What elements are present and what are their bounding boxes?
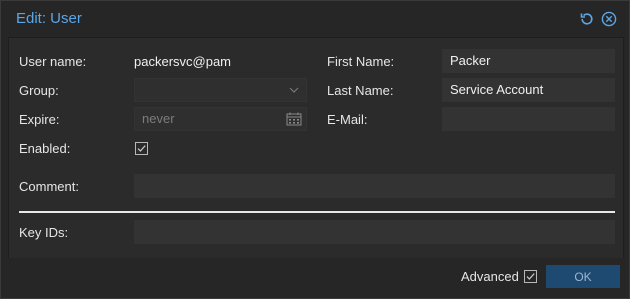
calendar-icon[interactable]	[282, 108, 306, 130]
expire-placeholder: never	[142, 111, 175, 126]
lastname-input[interactable]: Service Account	[442, 78, 615, 102]
comment-label: Comment:	[19, 179, 79, 194]
form-panel: User name: packersvc@pam Group: Expire: …	[8, 37, 624, 259]
firstname-label: First Name:	[327, 54, 395, 69]
advanced-checkbox[interactable]	[524, 270, 537, 283]
keyids-input[interactable]	[134, 220, 615, 244]
email-input[interactable]	[442, 107, 615, 131]
keyids-label: Key IDs:	[19, 225, 69, 240]
close-icon[interactable]	[601, 11, 617, 27]
email-label: E-Mail:	[327, 112, 368, 127]
comment-input[interactable]	[134, 174, 615, 198]
chevron-down-icon[interactable]	[282, 79, 306, 101]
firstname-input[interactable]: Packer	[442, 49, 615, 73]
advanced-label: Advanced	[461, 269, 519, 284]
username-label: User name:	[19, 54, 87, 69]
lastname-value: Service Account	[450, 82, 544, 97]
expire-field[interactable]: never	[134, 107, 307, 131]
group-label: Group:	[19, 83, 59, 98]
reset-icon[interactable]	[579, 11, 595, 27]
edit-user-dialog: Edit: User User name: packersvc@pam Grou…	[0, 0, 630, 299]
ok-button[interactable]: OK	[546, 265, 620, 288]
expire-label: Expire:	[19, 112, 60, 127]
firstname-value: Packer	[450, 53, 491, 68]
section-divider	[19, 211, 615, 213]
dialog-title: Edit: User	[16, 10, 82, 27]
enabled-checkbox[interactable]	[135, 142, 148, 155]
enabled-label: Enabled:	[19, 141, 71, 156]
username-value: packersvc@pam	[134, 54, 232, 69]
group-select[interactable]	[134, 78, 307, 102]
dialog-titlebar[interactable]: Edit: User	[1, 1, 629, 36]
lastname-label: Last Name:	[327, 83, 394, 98]
